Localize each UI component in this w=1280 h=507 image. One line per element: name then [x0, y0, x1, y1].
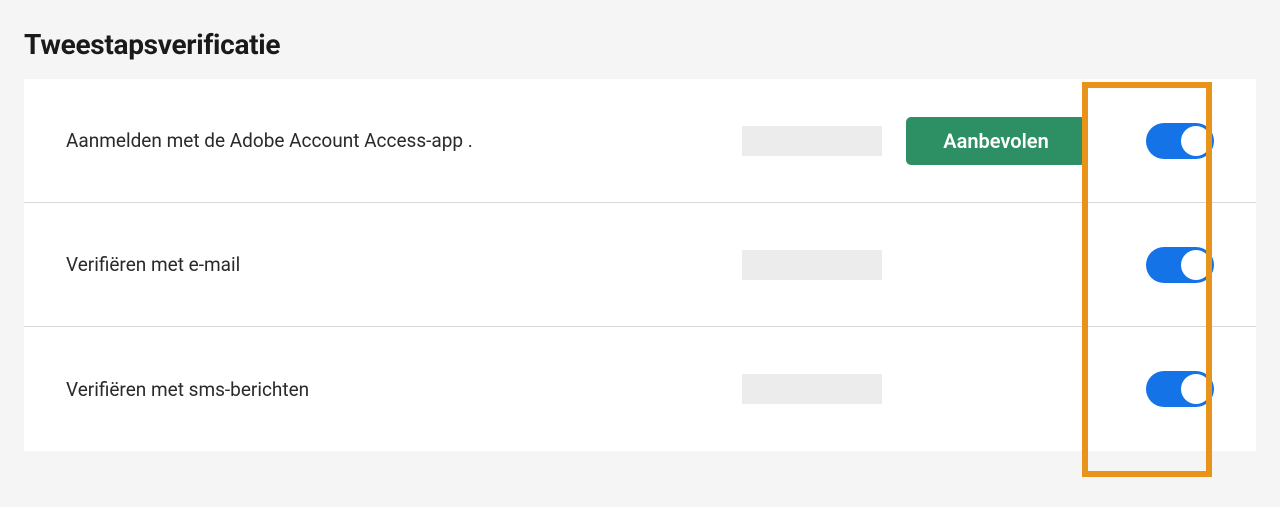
row-right-cluster [742, 371, 1214, 407]
setting-row-label: Aanmelden met de Adobe Account Access-ap… [66, 129, 742, 152]
settings-card: Aanmelden met de Adobe Account Access-ap… [24, 79, 1256, 451]
setting-row-label: Verifiëren met sms-berichten [66, 378, 742, 401]
setting-row-email: Verifiëren met e-mail [24, 203, 1256, 327]
row-right-cluster: Aanbevolen [742, 117, 1214, 165]
masked-value-box [742, 250, 882, 280]
setting-row-app-access: Aanmelden met de Adobe Account Access-ap… [24, 79, 1256, 203]
toggle-email[interactable] [1146, 247, 1214, 283]
masked-value-box [742, 126, 882, 156]
setting-row-sms: Verifiëren met sms-berichten [24, 327, 1256, 451]
section-title: Tweestapsverificatie [24, 28, 1256, 61]
toggle-app-access[interactable] [1146, 123, 1214, 159]
two-step-verification-section: Tweestapsverificatie Aanmelden met de Ad… [0, 0, 1280, 451]
setting-row-label: Verifiëren met e-mail [66, 253, 742, 276]
recommended-badge: Aanbevolen [906, 117, 1086, 165]
row-right-cluster [742, 247, 1214, 283]
toggle-sms[interactable] [1146, 371, 1214, 407]
masked-value-box [742, 374, 882, 404]
